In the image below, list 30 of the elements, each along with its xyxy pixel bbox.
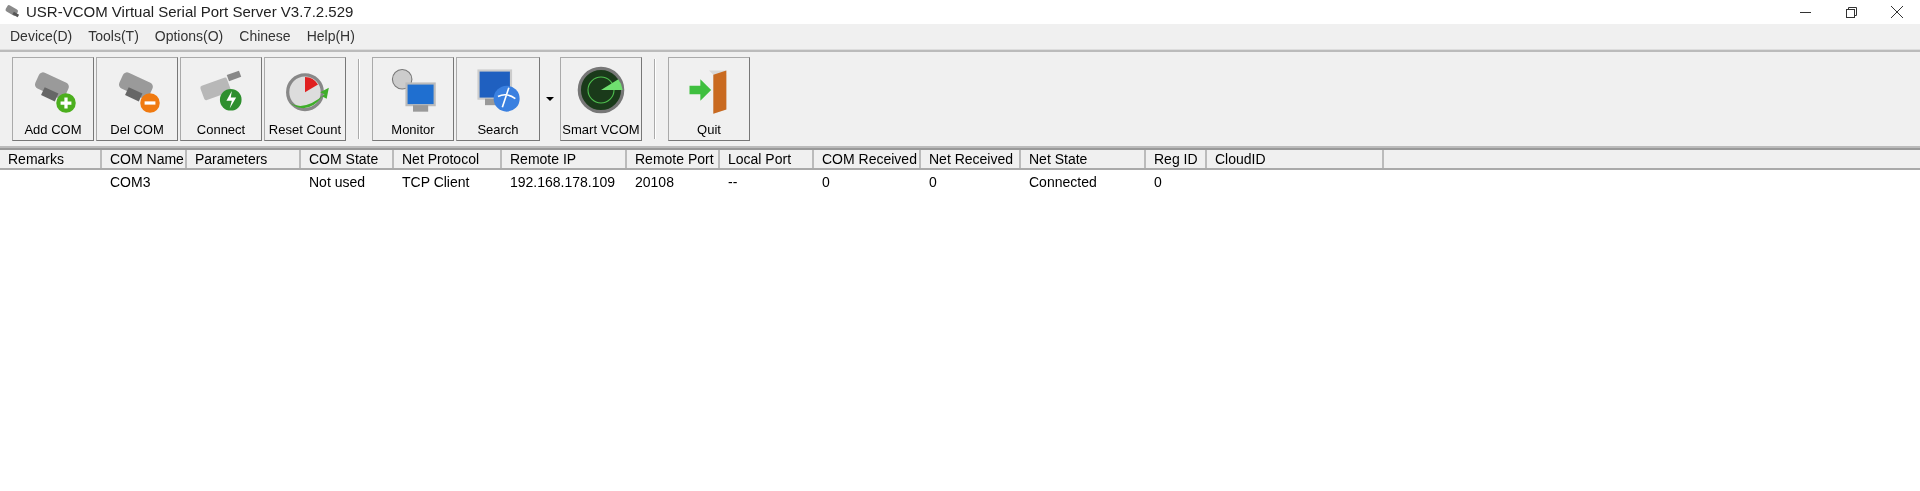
toolbar-button[interactable]: Monitor xyxy=(372,57,454,141)
toolbar-button[interactable]: Reset Count xyxy=(264,57,346,141)
close-icon xyxy=(1891,6,1903,18)
window-title: USR-VCOM Virtual Serial Port Server V3.7.2.529 xyxy=(26,1,354,22)
toolbar-button[interactable]: Del COM xyxy=(96,57,178,141)
table-cell: 0 xyxy=(822,174,830,190)
table-cell: TCP Client xyxy=(402,174,470,190)
table-cell: 20108 xyxy=(635,174,674,190)
menu-item[interactable]: Options(O) xyxy=(146,24,232,49)
app-icon xyxy=(4,4,22,20)
table-cell: 0 xyxy=(929,174,937,190)
dropdown-arrow-icon xyxy=(546,97,554,101)
toolbar-button[interactable]: Search xyxy=(456,57,540,141)
table-cell: Not used xyxy=(309,174,366,190)
table-cell: Connected xyxy=(1029,174,1097,190)
minimize-icon xyxy=(1799,11,1811,13)
restore-icon xyxy=(1845,6,1857,18)
table-cell: 192.168.178.109 xyxy=(510,174,616,190)
menu-item[interactable]: Tools(T) xyxy=(80,24,147,49)
table-cell: -- xyxy=(728,174,738,190)
menu-item[interactable]: Device(D) xyxy=(2,24,81,49)
radar-icon xyxy=(575,64,627,116)
menu-item[interactable]: Chinese xyxy=(231,24,299,49)
toolbar-button[interactable]: Quit xyxy=(668,57,750,141)
table-cell: COM3 xyxy=(110,174,151,190)
toolbar-button[interactable]: Connect xyxy=(180,57,262,141)
toolbar-button[interactable]: Add COM xyxy=(12,57,94,141)
table-cell: 0 xyxy=(1154,174,1162,190)
toolbar-button[interactable]: Smart VCOM xyxy=(560,57,642,141)
menu-item[interactable]: Help(H) xyxy=(298,24,363,49)
